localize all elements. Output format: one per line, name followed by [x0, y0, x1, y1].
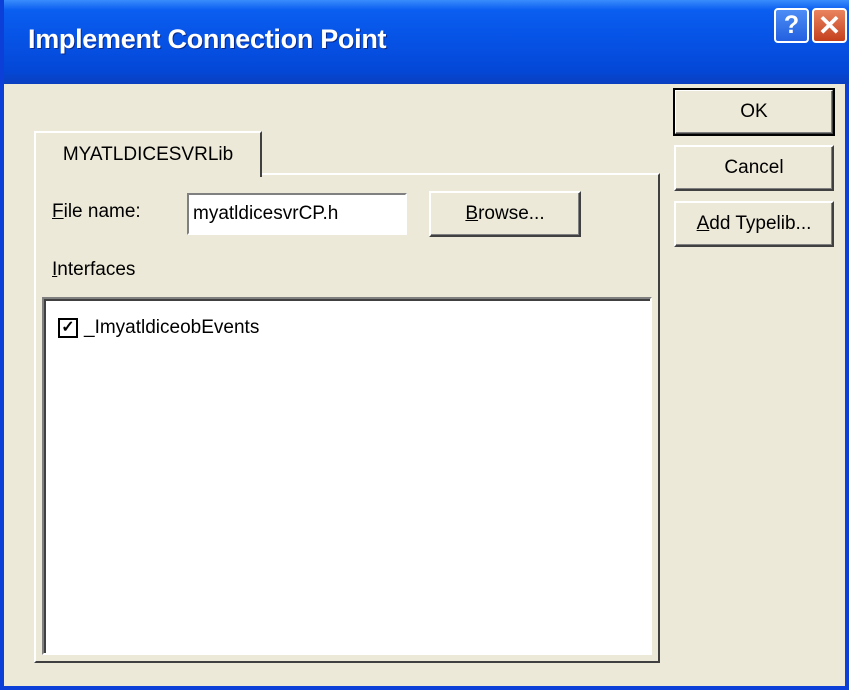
file-name-rest: ile name: — [63, 201, 141, 222]
browse-button[interactable]: Browse... — [429, 191, 581, 237]
close-glyph: ✕ — [817, 10, 842, 41]
interface-label: _ImyatldiceobEvents — [84, 317, 260, 338]
dialog-window: Implement Connection Point ? ✕ OK Cancel… — [0, 0, 849, 690]
help-icon[interactable]: ? — [774, 8, 809, 43]
interfaces-label: Interfaces — [52, 259, 135, 281]
interfaces-listbox[interactable]: ✓ _ImyatldiceobEvents — [42, 297, 652, 655]
checkmark-icon: ✓ — [61, 319, 75, 336]
add-typelib-accel: A — [696, 213, 710, 234]
ok-label: OK — [740, 101, 768, 122]
cancel-button[interactable]: Cancel — [674, 145, 834, 191]
add-typelib-button[interactable]: Add Typelib... — [674, 201, 834, 247]
help-glyph: ? — [783, 11, 800, 39]
add-typelib-label: Add Typelib... — [697, 213, 812, 235]
tab-label: MYATLDICESVRLib — [62, 144, 234, 165]
list-item[interactable]: ✓ _ImyatldiceobEvents — [58, 317, 259, 339]
cancel-label: Cancel — [724, 157, 784, 178]
window-title: Implement Connection Point — [28, 24, 387, 54]
title-bar[interactable]: Implement Connection Point ? ✕ — [4, 0, 849, 84]
file-name-label: File name: — [52, 201, 141, 223]
add-typelib-rest: dd Typelib... — [709, 213, 812, 234]
ok-button[interactable]: OK — [673, 88, 835, 136]
browse-accel: B — [465, 203, 479, 224]
interfaces-rest: nterfaces — [57, 259, 136, 280]
listbox-inner: ✓ _ImyatldiceobEvents — [44, 299, 650, 653]
browse-label: Browse... — [465, 203, 544, 225]
interface-checkbox[interactable]: ✓ — [58, 318, 78, 338]
browse-rest: rowse... — [478, 203, 545, 224]
tab-myatldicesvrlib[interactable]: MYATLDICESVRLib — [34, 131, 262, 177]
close-icon[interactable]: ✕ — [812, 8, 847, 43]
file-name-input[interactable] — [187, 193, 407, 235]
file-name-accel: F — [52, 201, 64, 222]
